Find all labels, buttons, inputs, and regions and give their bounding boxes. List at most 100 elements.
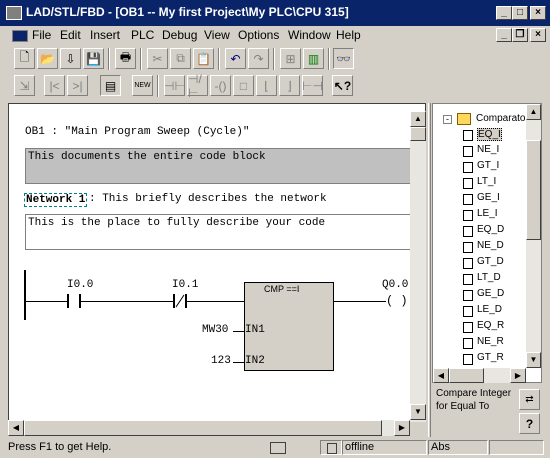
- tree-scroll-down-button[interactable]: ▼: [526, 352, 541, 368]
- scroll-left-button[interactable]: ◀: [8, 420, 24, 436]
- tree-item[interactable]: GE_I: [477, 192, 500, 203]
- compare-element-icon: [463, 210, 473, 221]
- program-editor[interactable]: OB1 : "Main Program Sweep (Cycle)" This …: [8, 103, 426, 421]
- tree-item[interactable]: GT_D: [477, 256, 504, 267]
- compare-element-icon: [463, 146, 473, 157]
- editor-vertical-scrollbar[interactable]: [410, 111, 426, 422]
- tree-h-scroll-thumb[interactable]: [449, 368, 484, 383]
- save-icon[interactable]: 💾: [83, 48, 104, 69]
- toolbar-separator: [328, 48, 330, 70]
- menu-debug[interactable]: Debug: [162, 28, 197, 42]
- in1-pin: IN1: [245, 324, 265, 336]
- element-description: Compare Integer for Equal To: [436, 388, 512, 412]
- coil-icon[interactable]: -(): [210, 75, 231, 96]
- compare-element-icon: [463, 162, 473, 173]
- tree-item[interactable]: LT_I: [477, 176, 496, 187]
- coil[interactable]: ( ): [386, 294, 408, 308]
- tree-item[interactable]: GT_I: [477, 160, 499, 171]
- tree-scroll-left-button[interactable]: ◀: [433, 368, 449, 383]
- toolbar-separator: [218, 48, 220, 70]
- tree-item[interactable]: EQ_I: [477, 128, 502, 141]
- menu-options[interactable]: Options: [238, 28, 279, 42]
- h-scroll-thumb[interactable]: [24, 420, 382, 436]
- compare-element-icon: [463, 338, 473, 349]
- network-title[interactable]: : This briefly describes the network: [89, 193, 327, 205]
- in2-operand[interactable]: 123: [211, 355, 231, 367]
- network-label[interactable]: Network 1: [24, 193, 88, 207]
- scroll-right-button[interactable]: ▶: [394, 420, 410, 436]
- module-status-icon[interactable]: ▥: [303, 48, 324, 69]
- rung-wire: [25, 301, 67, 302]
- panel-splitter[interactable]: [428, 103, 431, 437]
- tree-item[interactable]: NE_I: [477, 144, 499, 155]
- close-branch-icon[interactable]: ⌋: [279, 75, 300, 96]
- open-branch-icon[interactable]: ⌊: [256, 75, 277, 96]
- tree-scroll-right-button[interactable]: ▶: [510, 368, 526, 383]
- menu-file[interactable]: File: [32, 28, 51, 42]
- tree-item[interactable]: EQ_D: [477, 224, 504, 235]
- tree-item[interactable]: EQ_R: [477, 320, 504, 331]
- toolbar-separator: [157, 75, 159, 97]
- menu-insert[interactable]: Insert: [90, 28, 120, 42]
- tree-item[interactable]: LT_D: [477, 272, 501, 283]
- paste-icon[interactable]: 📋: [193, 48, 214, 69]
- context-help-icon[interactable]: ↖?: [332, 75, 353, 96]
- status-field-empty: [489, 440, 544, 455]
- scroll-down-button[interactable]: ▼: [410, 404, 426, 420]
- print-icon[interactable]: 🖶: [115, 48, 136, 69]
- new-icon[interactable]: 🗋: [14, 48, 35, 69]
- title-bar: LAD/STL/FBD - [OB1 -- My first Project\M…: [0, 0, 550, 26]
- tree-item[interactable]: LE_D: [477, 304, 502, 315]
- nc-contact-icon[interactable]: ⊣/⊢: [187, 72, 208, 100]
- tree-item[interactable]: GT_R: [477, 352, 504, 363]
- insert-element-icon[interactable]: ⇄: [519, 389, 540, 410]
- compare-box-title: CMP ==I: [264, 284, 300, 294]
- element-help-button[interactable]: ?: [519, 413, 540, 434]
- maximize-button[interactable]: □: [512, 6, 528, 20]
- menu-view[interactable]: View: [204, 28, 230, 42]
- accessible-nodes-icon[interactable]: ⊞: [280, 48, 301, 69]
- monitor-icon[interactable]: 👓: [333, 48, 354, 69]
- doc-restore-button[interactable]: ❐: [512, 28, 528, 42]
- doc-minimize-button[interactable]: _: [496, 28, 512, 42]
- block-header: OB1 : "Main Program Sweep (Cycle)": [25, 126, 250, 138]
- scroll-thumb[interactable]: [410, 127, 426, 141]
- toolbar-ladder: ⇲ |< >| ▤ NEW ⊣⊢ ⊣/⊢ -() □ ⌊ ⌋ ⊢⊣ ↖?: [0, 72, 550, 100]
- redo-icon[interactable]: ↷: [248, 48, 269, 69]
- no-contact-icon[interactable]: ⊣⊢: [164, 75, 185, 96]
- tree-item[interactable]: NE_D: [477, 240, 504, 251]
- compare-element-icon: [463, 178, 473, 189]
- next-network-icon[interactable]: >|: [67, 75, 88, 96]
- open-icon[interactable]: 📂: [37, 48, 58, 69]
- in1-operand[interactable]: MW30: [202, 324, 228, 336]
- menu-plc[interactable]: PLC: [131, 28, 154, 42]
- overview-icon[interactable]: ▤: [100, 75, 121, 96]
- connection-icon[interactable]: ⊢⊣: [302, 75, 323, 96]
- coil-label: Q0.0: [382, 279, 409, 291]
- network-comment: This is the place to fully describe your…: [28, 217, 326, 229]
- tree-scroll-thumb[interactable]: [526, 140, 541, 240]
- scroll-up-button[interactable]: ▲: [410, 111, 426, 127]
- new-network-icon[interactable]: NEW: [132, 75, 153, 96]
- empty-box-icon[interactable]: □: [233, 75, 254, 96]
- document-icon[interactable]: [12, 30, 28, 42]
- tree-item[interactable]: LE_I: [477, 208, 498, 219]
- download-icon[interactable]: ⇩: [60, 48, 81, 69]
- compare-element-icon: [463, 242, 473, 253]
- menu-edit[interactable]: Edit: [60, 28, 81, 42]
- compare-element-icon: [463, 274, 473, 285]
- doc-close-button[interactable]: ×: [530, 28, 546, 42]
- copy-icon[interactable]: ⧉: [170, 48, 191, 69]
- menu-help[interactable]: Help: [336, 28, 361, 42]
- previous-network-icon[interactable]: |<: [44, 75, 65, 96]
- tree-item[interactable]: NE_R: [477, 336, 504, 347]
- close-button[interactable]: ×: [530, 6, 546, 20]
- contact-i0-0[interactable]: [67, 294, 81, 308]
- tree-item[interactable]: GE_D: [477, 288, 504, 299]
- minimize-button[interactable]: _: [496, 6, 512, 20]
- menu-window[interactable]: Window: [288, 28, 331, 42]
- tree-scroll-up-button[interactable]: ▲: [526, 104, 541, 120]
- go-to-icon[interactable]: ⇲: [14, 75, 35, 96]
- cut-icon[interactable]: ✂: [147, 48, 168, 69]
- undo-icon[interactable]: ↶: [225, 48, 246, 69]
